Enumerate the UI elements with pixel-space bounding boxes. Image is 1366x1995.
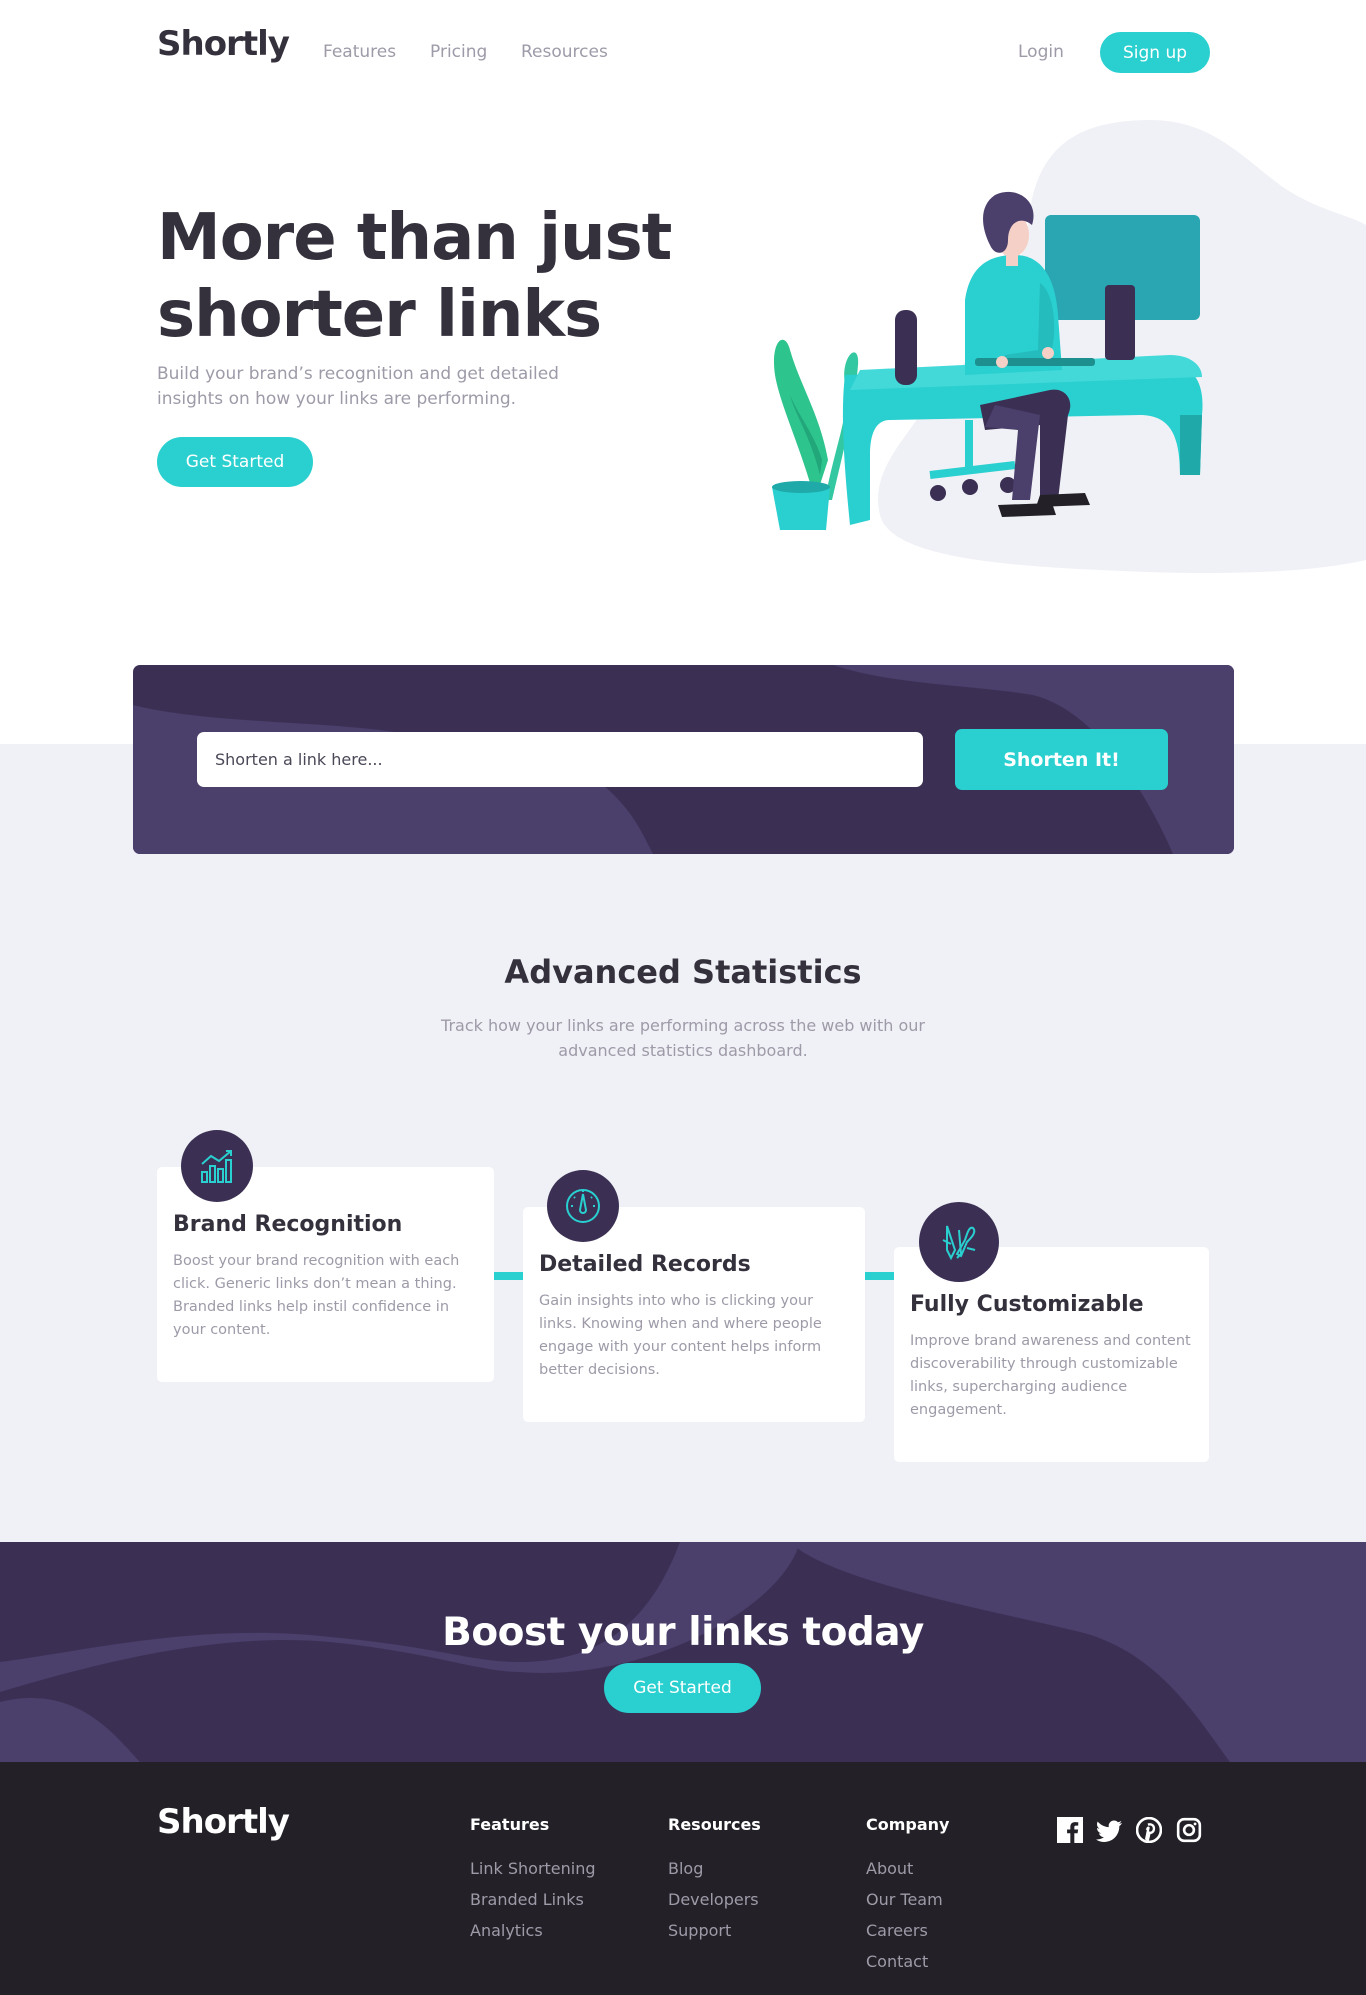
working-illustration (772, 120, 1366, 573)
card-text: Boost your brand recognition with each c… (173, 1253, 460, 1338)
card-title: Fully Customizable (910, 1292, 1144, 1317)
card-title: Detailed Records (539, 1252, 751, 1277)
footer-link[interactable]: About (866, 1859, 913, 1878)
boost-section: Boost your links today Get Started (0, 1542, 1366, 1762)
footer-link[interactable]: Contact (866, 1952, 928, 1971)
facebook-icon[interactable] (1057, 1817, 1083, 1843)
footer-heading-resources: Resources (668, 1815, 761, 1834)
shorten-input[interactable] (197, 732, 923, 787)
footer-link[interactable]: Analytics (470, 1921, 543, 1940)
hero-subtitle: Build your brand’s recognition and get d… (157, 364, 559, 409)
footer-link[interactable]: Branded Links (470, 1890, 584, 1909)
nav-resources[interactable]: Resources (521, 42, 608, 62)
footer-link[interactable]: Careers (866, 1921, 928, 1940)
bar-chart-icon (181, 1130, 253, 1202)
pens-icon (919, 1202, 999, 1282)
footer-link[interactable]: Our Team (866, 1890, 943, 1909)
login-link[interactable]: Login (1018, 42, 1064, 62)
boost-get-started-button[interactable]: Get Started (604, 1663, 761, 1713)
nav-pricing[interactable]: Pricing (430, 42, 487, 62)
logo[interactable]: Shortly (157, 24, 290, 64)
card-detailed-records: Detailed Records Gain insights into who … (523, 1170, 865, 1422)
footer-link[interactable]: Support (668, 1921, 731, 1940)
pinterest-icon[interactable] (1136, 1817, 1162, 1843)
shorten-button[interactable]: Shorten It! (955, 729, 1168, 790)
stats-title: Advanced Statistics (504, 953, 862, 991)
card-title: Brand Recognition (173, 1212, 403, 1237)
instagram-icon[interactable] (1176, 1817, 1202, 1843)
footer-heading-company: Company (866, 1815, 950, 1834)
signup-button[interactable]: Sign up (1100, 32, 1210, 73)
get-started-button[interactable]: Get Started (157, 437, 313, 487)
footer-logo[interactable]: Shortly (157, 1802, 290, 1842)
footer: Shortly Features Link Shortening Branded… (0, 1762, 1366, 1995)
footer-heading-features: Features (470, 1815, 550, 1834)
stats-subtitle: Track how your links are performing acro… (441, 1016, 925, 1060)
card-brand-recognition: Brand Recognition Boost your brand recog… (157, 1130, 494, 1382)
card-text: Gain insights into who is clicking your … (539, 1293, 822, 1378)
card-text: Improve brand awareness and content disc… (910, 1333, 1191, 1418)
boost-title: Boost your links today (442, 1610, 924, 1655)
footer-link[interactable]: Link Shortening (470, 1859, 596, 1878)
card-fully-customizable: Fully Customizable Improve brand awarene… (894, 1202, 1209, 1462)
twitter-icon[interactable] (1096, 1818, 1122, 1844)
nav-features[interactable]: Features (323, 42, 396, 62)
speedometer-icon (547, 1170, 619, 1242)
footer-link[interactable]: Blog (668, 1859, 703, 1878)
hero-title: More than just shorter links (157, 201, 672, 352)
footer-link[interactable]: Developers (668, 1890, 759, 1909)
shorten-box: Shorten It! (133, 665, 1234, 854)
